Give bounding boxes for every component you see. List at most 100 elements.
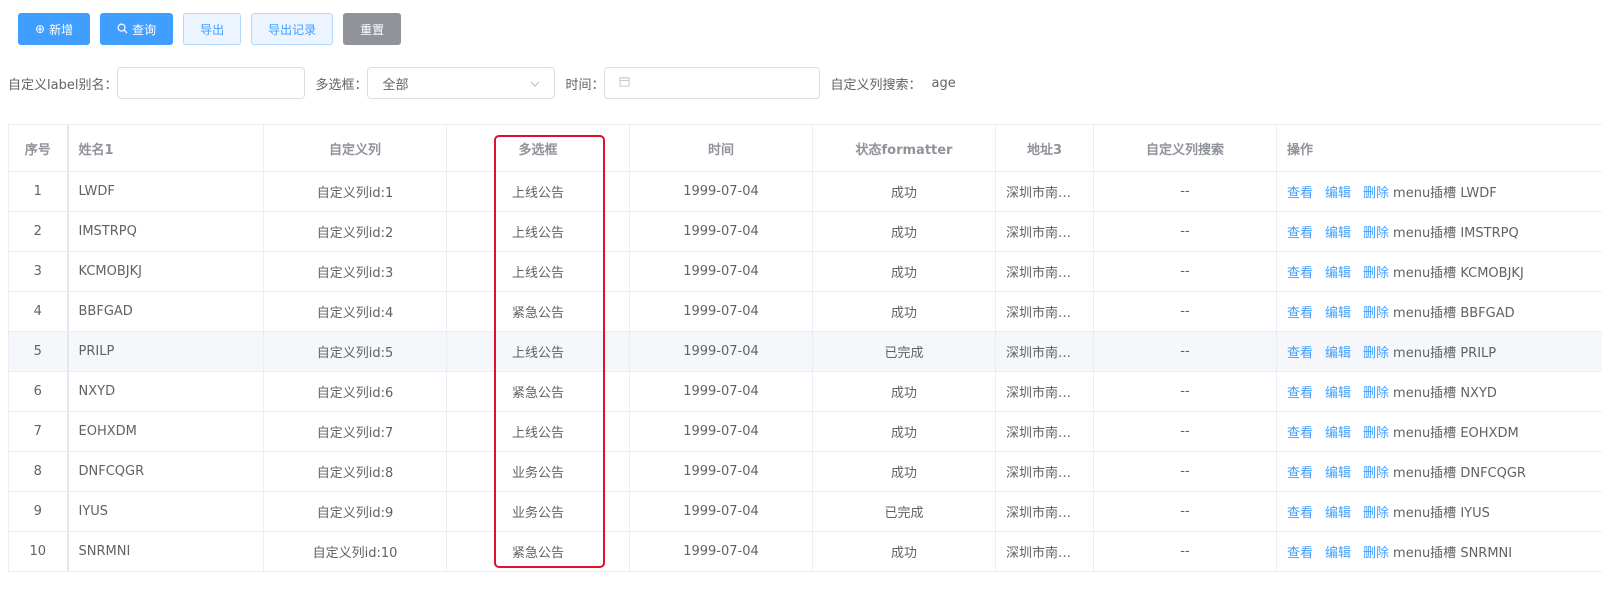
cell-time: 1999-07-04 xyxy=(629,371,813,412)
query-button-label: 查询 xyxy=(132,22,157,37)
delete-link[interactable]: 删除 xyxy=(1363,546,1389,561)
menu-slot-name: NXYD xyxy=(1460,386,1497,401)
view-link[interactable]: 查看 xyxy=(1287,346,1313,361)
edit-link[interactable]: 编辑 xyxy=(1325,306,1351,321)
cell-custom: 自定义列id:3 xyxy=(263,251,447,292)
alias-input[interactable] xyxy=(117,67,306,99)
export-records-button[interactable]: 导出记录 xyxy=(251,13,334,45)
col-header-time: 时间 xyxy=(629,124,813,172)
table-row[interactable]: 10 SNRMNI 自定义列id:10 紧急公告 1999-07-04 成功 深圳市南… --… xyxy=(8,531,1602,572)
cell-index: 3 xyxy=(8,251,69,292)
cell-custom-search: -- xyxy=(1093,491,1277,532)
cell-status: 成功 xyxy=(812,531,996,572)
col-header-status: 状态formatter xyxy=(812,124,996,172)
table-row[interactable]: 9 IYUS 自定义列id:9 业务公告 1999-07-04 已完成 深圳市南… -- 查看编… xyxy=(8,491,1602,532)
add-button[interactable]: ⊕ 新增 xyxy=(18,13,91,45)
edit-link[interactable]: 编辑 xyxy=(1325,186,1351,201)
export-button-label: 导出 xyxy=(200,22,225,37)
table-row[interactable]: 6 NXYD 自定义列id:6 紧急公告 1999-07-04 成功 深圳市南… -- 查看 编辑… xyxy=(8,371,1602,412)
multiselect-select[interactable]: 全部 xyxy=(367,67,556,99)
cell-index: 1 xyxy=(8,171,69,212)
delete-link[interactable]: 删除 xyxy=(1363,266,1389,281)
export-button[interactable]: 导出 xyxy=(183,13,242,45)
cell-name: DNFCQGR xyxy=(67,451,264,492)
col-header-name: 姓名1 xyxy=(67,124,264,172)
cell-custom: 自定义列id:8 xyxy=(263,451,447,492)
cell-status: 成功 xyxy=(812,211,996,252)
table-row[interactable]: 3 KCMOBJKJ 自定义列id:3 上线公告 1999-07-04 成功 深圳市南… --… xyxy=(8,251,1602,292)
delete-link[interactable]: 删除 xyxy=(1363,506,1389,521)
col-header-actions: 操作 xyxy=(1276,124,1602,172)
calendar-icon xyxy=(619,76,631,91)
edit-link[interactable]: 编辑 xyxy=(1325,346,1351,361)
view-link[interactable]: 查看 xyxy=(1287,386,1313,401)
edit-link[interactable]: 编辑 xyxy=(1325,546,1351,561)
cell-address: 深圳市南… xyxy=(995,291,1094,332)
toolbar: ⊕ 新增 查询 导出 导出记录 重置 xyxy=(18,13,402,45)
cell-name: IMSTRPQ xyxy=(67,211,264,252)
table-row[interactable]: 2 IMSTRPQ 自定义列id:2 上线公告 1999-07-04 成功 深圳市南… -- 查… xyxy=(8,211,1602,252)
col-header-address: 地址3 xyxy=(995,124,1094,172)
col-header-custom: 自定义列 xyxy=(263,124,447,172)
cell-actions: 查看 编辑 删除 menu插槽 KCMOBJKJ xyxy=(1276,251,1602,292)
table-row[interactable]: 5 PRILP 自定义列id:5 上线公告 1999-07-04 已完成 深圳市南… -- 查看… xyxy=(8,331,1602,372)
alias-label: 自定义label别名： xyxy=(8,77,118,93)
menu-slot-name: PRILP xyxy=(1460,346,1497,361)
cell-index: 5 xyxy=(8,331,69,372)
cell-custom: 自定义列id:2 xyxy=(263,211,447,252)
delete-link[interactable]: 删除 xyxy=(1363,466,1389,481)
menu-slot-name: IYUS xyxy=(1460,506,1490,521)
view-link[interactable]: 查看 xyxy=(1287,506,1313,521)
cell-name: SNRMNI xyxy=(67,531,264,572)
multiselect-value: 全部 xyxy=(382,77,409,93)
edit-link[interactable]: 编辑 xyxy=(1325,226,1351,241)
table-row[interactable]: 4 BBFGAD 自定义列id:4 紧急公告 1999-07-04 成功 深圳市南… -- 查看… xyxy=(8,291,1602,332)
delete-link[interactable]: 删除 xyxy=(1363,386,1389,401)
menu-slot-label: menu插槽 xyxy=(1393,546,1457,561)
cell-address: 深圳市南… xyxy=(995,371,1094,412)
cell-status: 已完成 xyxy=(812,331,996,372)
cell-address: 深圳市南… xyxy=(995,211,1094,252)
delete-link[interactable]: 删除 xyxy=(1363,306,1389,321)
cell-multiselect: 上线公告 xyxy=(446,331,630,372)
cell-name: KCMOBJKJ xyxy=(67,251,264,292)
cell-address: 深圳市南… xyxy=(995,171,1094,212)
table-row[interactable]: 1 LWDF 自定义列id:1 上线公告 1999-07-04 成功 深圳市南… -- 查看 编辑… xyxy=(8,171,1602,212)
edit-link[interactable]: 编辑 xyxy=(1325,266,1351,281)
view-link[interactable]: 查看 xyxy=(1287,426,1313,441)
table-row[interactable]: 8 DNFCQGR 自定义列id:8 业务公告 1999-07-04 成功 深圳市南… -- 查… xyxy=(8,451,1602,492)
time-picker[interactable] xyxy=(604,67,821,99)
query-button[interactable]: 查询 xyxy=(100,13,174,45)
view-link[interactable]: 查看 xyxy=(1287,546,1313,561)
cell-custom: 自定义列id:4 xyxy=(263,291,447,332)
cell-actions: 查看 编辑 删除 menu插槽 EOHXDM xyxy=(1276,411,1602,452)
view-link[interactable]: 查看 xyxy=(1287,266,1313,281)
edit-link[interactable]: 编辑 xyxy=(1325,426,1351,441)
menu-slot-name: IMSTRPQ xyxy=(1460,226,1519,241)
view-link[interactable]: 查看 xyxy=(1287,466,1313,481)
cell-multiselect: 紧急公告 xyxy=(446,291,630,332)
edit-link[interactable]: 编辑 xyxy=(1325,466,1351,481)
menu-slot-label: menu插槽 xyxy=(1393,306,1457,321)
view-link[interactable]: 查看 xyxy=(1287,306,1313,321)
col-header-custom-search: 自定义列搜索 xyxy=(1093,124,1277,172)
edit-link[interactable]: 编辑 xyxy=(1325,506,1351,521)
delete-link[interactable]: 删除 xyxy=(1363,426,1389,441)
cell-time: 1999-07-04 xyxy=(629,531,813,572)
cell-name: PRILP xyxy=(67,331,264,372)
cell-multiselect: 上线公告 xyxy=(446,171,630,212)
cell-custom-search: -- xyxy=(1093,251,1277,292)
view-link[interactable]: 查看 xyxy=(1287,186,1313,201)
view-link[interactable]: 查看 xyxy=(1287,226,1313,241)
cell-index: 9 xyxy=(8,491,69,532)
reset-button[interactable]: 重置 xyxy=(343,13,402,45)
table-row[interactable]: 7 EOHXDM 自定义列id:7 上线公告 1999-07-04 成功 深圳市南… -- 查看… xyxy=(8,411,1602,452)
menu-slot-label: menu插槽 xyxy=(1393,266,1457,281)
cell-time: 1999-07-04 xyxy=(629,411,813,452)
delete-link[interactable]: 删除 xyxy=(1363,226,1389,241)
cell-status: 成功 xyxy=(812,411,996,452)
edit-link[interactable]: 编辑 xyxy=(1325,386,1351,401)
delete-link[interactable]: 删除 xyxy=(1363,346,1389,361)
cell-multiselect: 业务公告 xyxy=(446,491,630,532)
delete-link[interactable]: 删除 xyxy=(1363,186,1389,201)
